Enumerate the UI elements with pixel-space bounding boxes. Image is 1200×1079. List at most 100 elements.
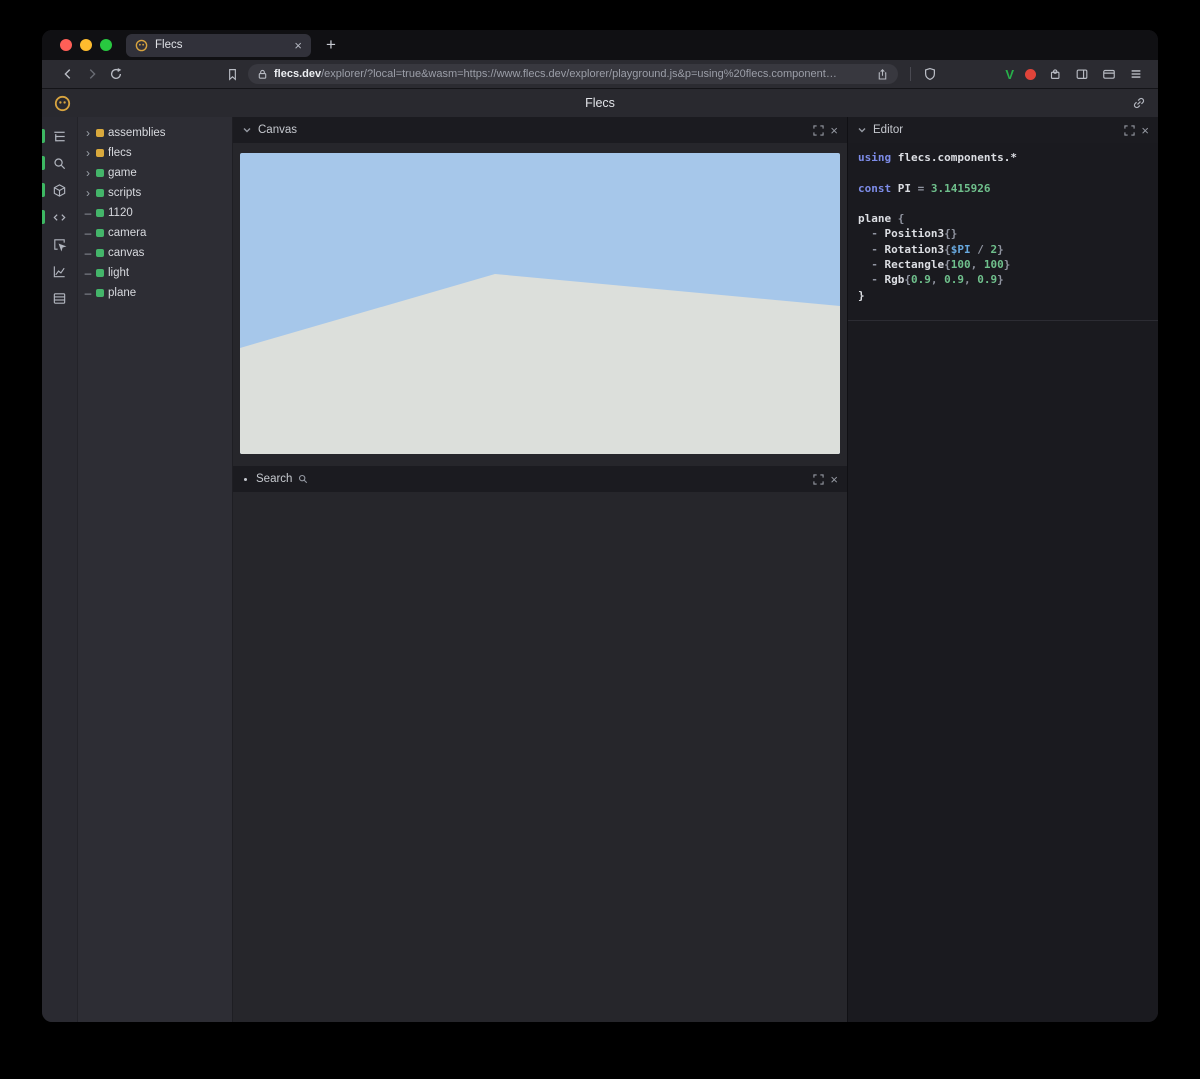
new-tab-button[interactable]: +: [326, 35, 336, 55]
zoom-window-button[interactable]: [100, 39, 112, 51]
search-icon: [298, 474, 308, 484]
share-link-button[interactable]: [1132, 96, 1146, 110]
tree-item-flecs[interactable]: › flecs: [78, 143, 232, 163]
bookmark-button[interactable]: [220, 63, 244, 85]
wallet-button[interactable]: [1101, 63, 1117, 85]
bookmark-icon: [226, 68, 239, 81]
canvas-body: [233, 143, 847, 466]
entity-color-swatch: [96, 169, 104, 177]
chevron-right-icon[interactable]: ›: [84, 167, 92, 179]
active-indicator: [42, 129, 45, 143]
link-icon: [1132, 96, 1146, 110]
rail-button-cube[interactable]: [42, 180, 77, 200]
cube-icon: [52, 183, 67, 198]
tab-close-button[interactable]: ×: [294, 39, 302, 52]
brave-shield-button[interactable]: [918, 63, 942, 85]
close-window-button[interactable]: [60, 39, 72, 51]
chevron-right-icon[interactable]: ›: [84, 187, 92, 199]
editor-code[interactable]: using flecs.components.* const PI = 3.14…: [848, 143, 1158, 321]
chevron-right-icon[interactable]: ›: [84, 147, 92, 159]
back-button[interactable]: [56, 63, 80, 85]
chevron-right-icon[interactable]: ›: [84, 127, 92, 139]
rail-button-chart[interactable]: [42, 261, 77, 281]
rail-button-inspect[interactable]: [42, 234, 77, 254]
code-line[interactable]: [858, 165, 1148, 180]
canvas-expand-button[interactable]: [813, 125, 824, 136]
rail-button-rows[interactable]: [42, 288, 77, 308]
collapsed-bullet-icon[interactable]: [244, 478, 247, 481]
tree-icon: [52, 129, 67, 144]
canvas-close-button[interactable]: ×: [830, 124, 838, 137]
extension-v-icon[interactable]: V: [1005, 67, 1014, 82]
rail-button-tree[interactable]: [42, 126, 77, 146]
minimize-window-button[interactable]: [80, 39, 92, 51]
tree-item-1120[interactable]: –1120: [78, 203, 232, 223]
leaf-dash-icon: –: [84, 227, 92, 239]
code-line[interactable]: - Rgb{0.9, 0.9, 0.9}: [858, 272, 1148, 287]
code-line[interactable]: - Rotation3{$PI / 2}: [858, 242, 1148, 257]
entity-color-swatch: [96, 129, 104, 137]
canvas-panel-title: Canvas: [258, 124, 297, 136]
tree-item-light[interactable]: –light: [78, 263, 232, 283]
code-line[interactable]: - Rectangle{100, 100}: [858, 257, 1148, 272]
code-line[interactable]: }: [858, 288, 1148, 303]
app-header: Flecs: [42, 89, 1158, 117]
extensions-button[interactable]: [1047, 63, 1063, 85]
code-line[interactable]: [858, 196, 1148, 211]
toolbar-divider: [910, 67, 911, 81]
canvas-viewport[interactable]: [240, 153, 840, 454]
flecs-logo[interactable]: [54, 95, 71, 112]
browser-tab[interactable]: Flecs ×: [126, 34, 311, 57]
leaf-dash-icon: –: [84, 207, 92, 219]
editor-expand-button[interactable]: [1124, 125, 1135, 136]
tree-item-label: plane: [108, 287, 136, 299]
search-panel-title: Search: [256, 473, 292, 485]
tree-item-scripts[interactable]: › scripts: [78, 183, 232, 203]
url-host: flecs.dev: [274, 68, 321, 80]
chart-icon: [52, 264, 67, 279]
active-indicator: [42, 156, 45, 170]
tree-item-camera[interactable]: –camera: [78, 223, 232, 243]
chevron-down-icon[interactable]: [857, 125, 867, 135]
hamburger-icon: [1129, 67, 1143, 81]
search-expand-button[interactable]: [813, 474, 824, 485]
rail-button-code[interactable]: [42, 207, 77, 227]
window-controls: [60, 39, 112, 51]
icon-rail: [42, 117, 78, 1022]
reload-icon: [109, 67, 123, 81]
active-indicator: [42, 210, 45, 224]
puzzle-icon: [1048, 67, 1062, 81]
menu-button[interactable]: [1128, 63, 1144, 85]
tree-item-game[interactable]: ›game: [78, 163, 232, 183]
code-line[interactable]: - Position3{}: [858, 226, 1148, 241]
tree-item-assemblies[interactable]: ›assemblies: [78, 123, 232, 143]
code-line[interactable]: const PI = 3.1415926: [858, 181, 1148, 196]
rail-button-search[interactable]: [42, 153, 77, 173]
extension-record-icon[interactable]: [1025, 69, 1036, 80]
code-line[interactable]: using flecs.components.*: [858, 150, 1148, 165]
expand-icon: [813, 474, 824, 485]
expand-icon: [1124, 125, 1135, 136]
active-indicator: [42, 183, 45, 197]
code-line[interactable]: plane {: [858, 211, 1148, 226]
editor-empty-area: [848, 321, 1158, 1022]
tree-item-plane[interactable]: –plane: [78, 283, 232, 303]
address-bar[interactable]: flecs.dev /explorer/?local=true&wasm=htt…: [248, 64, 898, 84]
flecs-favicon: [135, 39, 148, 52]
extensions-cluster: V: [1005, 63, 1148, 85]
tree-item-label: flecs: [108, 147, 132, 159]
search-close-button[interactable]: ×: [830, 473, 838, 486]
sidebar-toggle-button[interactable]: [1074, 63, 1090, 85]
reload-button[interactable]: [104, 63, 128, 85]
tree-item-canvas[interactable]: –canvas: [78, 243, 232, 263]
editor-panel-header: Editor ×: [848, 117, 1158, 143]
search-panel-header: Search ×: [233, 466, 847, 492]
lock-icon[interactable]: [257, 69, 268, 80]
entity-color-swatch: [96, 209, 104, 217]
share-icon[interactable]: [876, 68, 889, 81]
forward-button[interactable]: [80, 63, 104, 85]
chevron-down-icon[interactable]: [242, 125, 252, 135]
tree-item-label: scripts: [108, 187, 141, 199]
editor-close-button[interactable]: ×: [1141, 124, 1149, 137]
entity-color-swatch: [96, 249, 104, 257]
